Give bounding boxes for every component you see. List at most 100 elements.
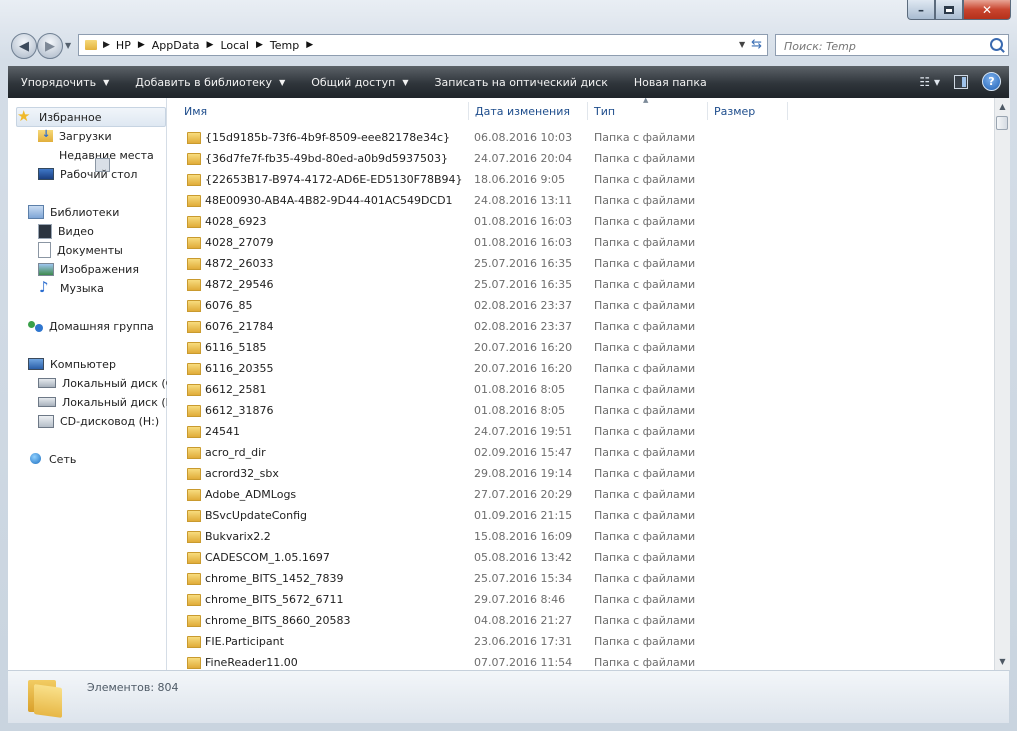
chevron-right-icon[interactable]: ▶	[256, 40, 263, 50]
minimize-button[interactable]: –	[907, 0, 935, 20]
close-button[interactable]: ✕	[963, 0, 1011, 20]
table-row[interactable]: 6612_31876 01.08.2016 8:05 Папка с файлами	[185, 401, 785, 422]
folder-icon	[187, 594, 201, 606]
folder-icon	[187, 279, 201, 291]
nav-drive-c[interactable]: Локальный диск (C:)	[38, 374, 181, 392]
table-row[interactable]: 6076_21784 02.08.2016 23:37 Папка с файлам…	[185, 317, 785, 338]
network-icon	[28, 452, 43, 466]
table-row[interactable]: chrome_BITS_8660_20583 04.08.2016 21:27 Па…	[185, 611, 785, 632]
scroll-thumb[interactable]	[996, 116, 1008, 130]
breadcrumb-hp[interactable]: HP	[116, 39, 131, 52]
folder-icon	[187, 636, 201, 648]
table-row[interactable]: Adobe_ADMLogs 27.07.2016 20:29 Папка с фай…	[185, 485, 785, 506]
recent-pages-dropdown[interactable]: ▼	[65, 41, 71, 50]
table-row[interactable]: Bukvarix2.2 15.08.2016 16:09 Папка с файла…	[185, 527, 785, 548]
table-row[interactable]: acro_rd_dir 02.09.2016 15:47 Папка с файла…	[185, 443, 785, 464]
chevron-right-icon: ▶	[103, 40, 110, 50]
nav-drive-d[interactable]: Локальный диск (D:)	[38, 393, 182, 411]
nav-favorites[interactable]: Избранное	[16, 107, 166, 127]
table-row[interactable]: {36d7fe7f-fb35-49bd-80ed-a0b9d5937503} 24…	[185, 149, 785, 170]
share-button[interactable]: Общий доступ ▼	[298, 66, 421, 98]
new-folder-button[interactable]: Новая папка	[621, 66, 720, 98]
desktop-icon	[38, 168, 54, 180]
table-row[interactable]: BSvcUpdateConfig 01.09.2016 21:15 Папка с …	[185, 506, 785, 527]
table-row[interactable]: 4872_29546 25.07.2016 16:35 Папка с файлам…	[185, 275, 785, 296]
chevron-right-icon[interactable]: ▶	[306, 40, 313, 50]
file-date: 24.07.2016 20:04	[474, 152, 573, 165]
preview-pane-icon[interactable]	[954, 74, 968, 89]
table-row[interactable]: chrome_BITS_5672_6711 29.07.2016 8:46 Папк…	[185, 590, 785, 611]
file-type: Папка с файлами	[594, 362, 696, 375]
breadcrumb-appdata[interactable]: AppData	[152, 39, 200, 52]
file-date: 02.09.2016 15:47	[474, 446, 573, 459]
column-header-size[interactable]: Размер	[708, 102, 788, 120]
address-dropdown-icon[interactable]: ▼	[739, 40, 745, 52]
file-type: Папка с файлами	[594, 530, 696, 543]
nav-cd-drive[interactable]: CD-дисковод (H:)	[38, 412, 159, 430]
column-header-date[interactable]: Дата изменения	[469, 102, 588, 120]
table-row[interactable]: 6612_2581 01.08.2016 8:05 Папка с файлами	[185, 380, 785, 401]
scroll-down-button[interactable]: ▼	[995, 653, 1010, 670]
maximize-button[interactable]	[935, 0, 963, 20]
table-row[interactable]: FIE.Participant 23.06.2016 17:31 Папка с ф…	[185, 632, 785, 653]
refresh-icon[interactable]: ⇆	[751, 37, 762, 52]
nav-documents[interactable]: Документы	[38, 241, 123, 259]
table-row[interactable]: 6116_20355 20.07.2016 16:20 Папка с файлам…	[185, 359, 785, 380]
nav-recent-places[interactable]: Недавние места	[38, 146, 154, 172]
chevron-right-icon[interactable]: ▶	[207, 40, 214, 50]
scroll-up-button[interactable]: ▲	[995, 98, 1010, 115]
nav-desktop-label: Рабочий стол	[60, 167, 138, 181]
chevron-right-icon[interactable]: ▶	[138, 40, 145, 50]
table-row[interactable]: chrome_BITS_1452_7839 25.07.2016 15:34 Пап…	[185, 569, 785, 590]
help-icon[interactable]: ?	[982, 72, 1001, 91]
nav-downloads[interactable]: Загрузки	[38, 127, 112, 145]
table-row[interactable]: 4028_27079 01.08.2016 16:03 Папка с файлам…	[185, 233, 785, 254]
table-row[interactable]: CADESCOM_1.05.1697 05.08.2016 13:42 Папка …	[185, 548, 785, 569]
nav-drive-c-label: Локальный диск (C:)	[62, 376, 182, 390]
nav-libraries[interactable]: Библиотеки	[28, 203, 119, 221]
folder-icon	[187, 132, 201, 144]
back-button[interactable]: ◀	[11, 33, 37, 59]
table-row[interactable]: 24541 24.07.2016 19:51 Папка с файлами	[185, 422, 785, 443]
burn-button[interactable]: Записать на оптический диск	[421, 66, 620, 98]
breadcrumb-temp[interactable]: Temp	[270, 39, 299, 52]
breadcrumb-local[interactable]: Local	[220, 39, 249, 52]
table-row[interactable]: 4872_26033 25.07.2016 16:35 Папка с файлам…	[185, 254, 785, 275]
forward-button[interactable]: ▶	[37, 33, 63, 59]
column-header-name[interactable]: Имя	[178, 102, 469, 120]
file-date: 25.07.2016 16:35	[474, 278, 573, 291]
table-row[interactable]: 6116_5185 20.07.2016 16:20 Папка с файлами	[185, 338, 785, 359]
file-date: 20.07.2016 16:20	[474, 341, 573, 354]
vertical-scrollbar[interactable]: ▲ ▼	[994, 98, 1010, 670]
table-row[interactable]: 4028_6923 01.08.2016 16:03 Папка с файлами	[185, 212, 785, 233]
nav-video[interactable]: Видео	[38, 222, 94, 240]
file-date: 06.08.2016 10:03	[474, 131, 573, 144]
file-name: 4872_26033	[205, 257, 274, 270]
table-row[interactable]: {15d9185b-73f6-4b9f-8509-eee82178e34c} 06…	[185, 128, 785, 149]
address-bar[interactable]: ▶ HP ▶ AppData ▶ Local ▶ Temp ▶ ▼ ⇆	[78, 34, 768, 56]
organize-button[interactable]: Упорядочить ▼	[8, 66, 122, 98]
nav-pictures[interactable]: Изображения	[38, 260, 139, 278]
file-date: 25.07.2016 16:35	[474, 257, 573, 270]
file-type: Папка с файлами	[594, 551, 696, 564]
file-date: 15.08.2016 16:09	[474, 530, 573, 543]
search-icon[interactable]	[990, 38, 1003, 51]
file-type: Папка с файлами	[594, 173, 696, 186]
nav-network[interactable]: Сеть	[28, 450, 76, 468]
nav-computer[interactable]: Компьютер	[28, 355, 116, 373]
view-options-icon[interactable]: ☷ ▾	[919, 75, 940, 89]
table-row[interactable]: 48E00930-AB4A-4B82-9D44-401AC549DCD1 24.0…	[185, 191, 785, 212]
nav-drive-d-label: Локальный диск (D:)	[62, 395, 183, 409]
table-row[interactable]: 6076_85 02.08.2016 23:37 Папка с файлами	[185, 296, 785, 317]
folder-icon	[187, 510, 201, 522]
file-name: 4028_27079	[205, 236, 274, 249]
nav-music[interactable]: Музыка	[38, 278, 104, 297]
table-row[interactable]: {22653B17-B974-4172-AD6E-ED5130F78B94} 18…	[185, 170, 785, 191]
nav-desktop[interactable]: Рабочий стол	[38, 165, 137, 183]
search-input[interactable]	[782, 36, 986, 56]
nav-homegroup[interactable]: Домашняя группа	[28, 317, 154, 335]
add-to-library-button[interactable]: Добавить в библиотеку ▼	[122, 66, 298, 98]
table-row[interactable]: acrord32_sbx 29.08.2016 19:14 Папка с файл…	[185, 464, 785, 485]
column-header-type[interactable]: Тип	[588, 102, 708, 120]
table-row[interactable]: FineReader11.00 07.07.2016 11:54 Папка с ф…	[185, 653, 785, 670]
